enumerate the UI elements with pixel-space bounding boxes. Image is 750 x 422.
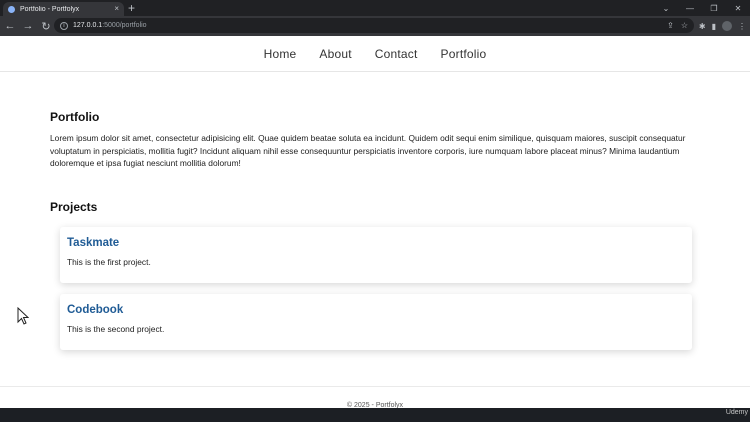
forward-icon[interactable]: → [20,18,36,34]
project-card[interactable]: Codebook This is the second project. [60,294,692,350]
page-title: Portfolio [50,110,100,124]
main-content: Portfolio Lorem ipsum dolor sit amet, co… [50,110,700,214]
project-description: This is the second project. [67,324,165,334]
favicon-icon [8,5,15,13]
nav-home-link[interactable]: Home [264,47,297,61]
footer-divider [0,386,750,387]
projects-heading: Projects [50,200,98,214]
menu-kebab-icon[interactable]: ⋮ [738,22,746,31]
window-controls: ⌄ — ❐ ✕ [654,0,750,16]
bottom-strip: Udemy [0,408,750,422]
site-info-icon[interactable]: i [60,21,68,30]
extensions-puzzle-icon[interactable]: ✱ [699,22,706,31]
minimize-button[interactable]: — [678,0,702,16]
url-path: :5000/portfolio [102,22,147,29]
nav-about-link[interactable]: About [319,47,351,61]
watermark-text: Udemy [725,409,748,416]
project-card[interactable]: Taskmate This is the first project. [60,227,692,283]
url-host: 127.0.0.1 [73,22,103,29]
bookmark-star-icon[interactable]: ☆ [681,21,688,30]
share-icon[interactable]: ⇪ [667,21,674,30]
extension-area: ✱ ▮ ⋮ [699,18,746,34]
project-title[interactable]: Taskmate [67,237,685,249]
tab-title: Portfolio - Portfolyx [20,5,80,13]
browser-toolbar: ← → ↻ i 127.0.0.1:5000/portfolio ⇪ ☆ ✱ ▮… [0,16,750,36]
browser-tabbar: Portfolio - Portfolyx × + ⌄ — ❐ ✕ [0,0,750,16]
browser-tab[interactable]: Portfolio - Portfolyx × [3,2,124,16]
profile-avatar[interactable] [722,21,732,31]
site-nav: Home About Contact Portfolio [0,36,750,72]
maximize-button[interactable]: ❐ [702,0,726,16]
close-window-button[interactable]: ✕ [726,0,750,16]
nav-portfolio-link[interactable]: Portfolio [441,47,487,61]
intro-paragraph: Lorem ipsum dolor sit amet, consectetur … [50,133,686,168]
project-description: This is the first project. [67,257,151,267]
close-tab-icon[interactable]: × [114,5,119,13]
tab-search-icon[interactable]: ⌄ [654,0,678,16]
nav-contact-link[interactable]: Contact [375,47,418,61]
omnibox-actions: ⇪ ☆ [667,18,688,33]
new-tab-button[interactable]: + [128,1,135,15]
side-panel-icon[interactable]: ▮ [712,22,716,31]
mouse-cursor-icon [17,307,29,325]
project-title[interactable]: Codebook [67,304,685,316]
back-icon[interactable]: ← [2,18,18,34]
address-bar[interactable]: i 127.0.0.1:5000/portfolio ⇪ ☆ [54,18,694,33]
reload-icon[interactable]: ↻ [38,18,54,34]
